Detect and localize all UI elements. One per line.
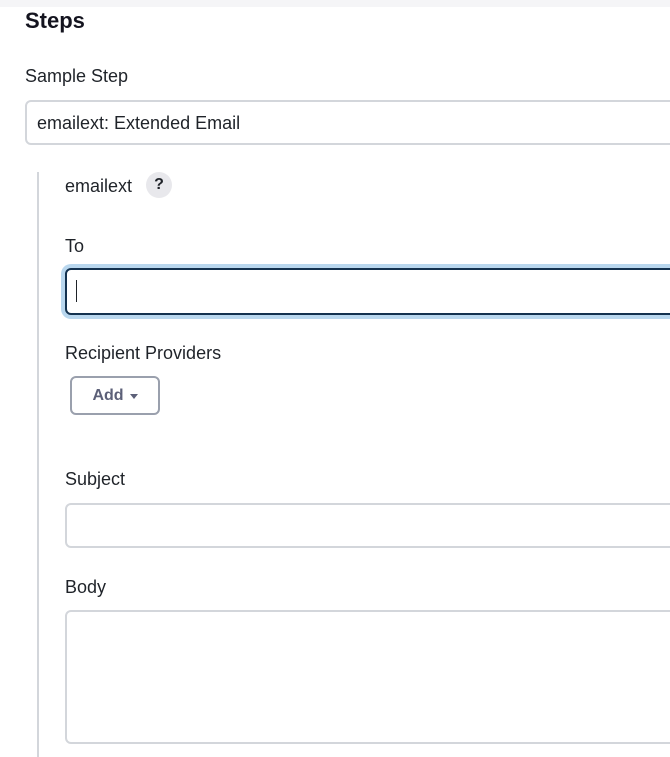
sample-step-select-value: emailext: Extended Email [37,113,241,133]
to-input[interactable] [65,268,670,315]
body-label: Body [65,577,107,597]
subject-label: Subject [65,469,126,489]
chevron-down-icon [129,394,138,399]
sample-step-label: Sample Step [25,66,129,86]
top-strip [0,0,670,7]
nested-section-bar [37,172,39,757]
subject-input[interactable] [65,503,670,548]
sample-step-select[interactable]: emailext: Extended Email [25,100,670,145]
recipient-providers-label: Recipient Providers [65,343,222,363]
add-button-label: Add [92,386,124,404]
add-recipient-provider-button[interactable]: Add [70,376,160,415]
emailext-title: emailext [65,176,133,196]
section-title-steps: Steps [25,8,85,33]
body-textarea[interactable] [65,610,670,744]
help-icon[interactable]: ? [146,172,172,198]
text-caret [76,280,77,302]
to-label: To [65,236,85,256]
